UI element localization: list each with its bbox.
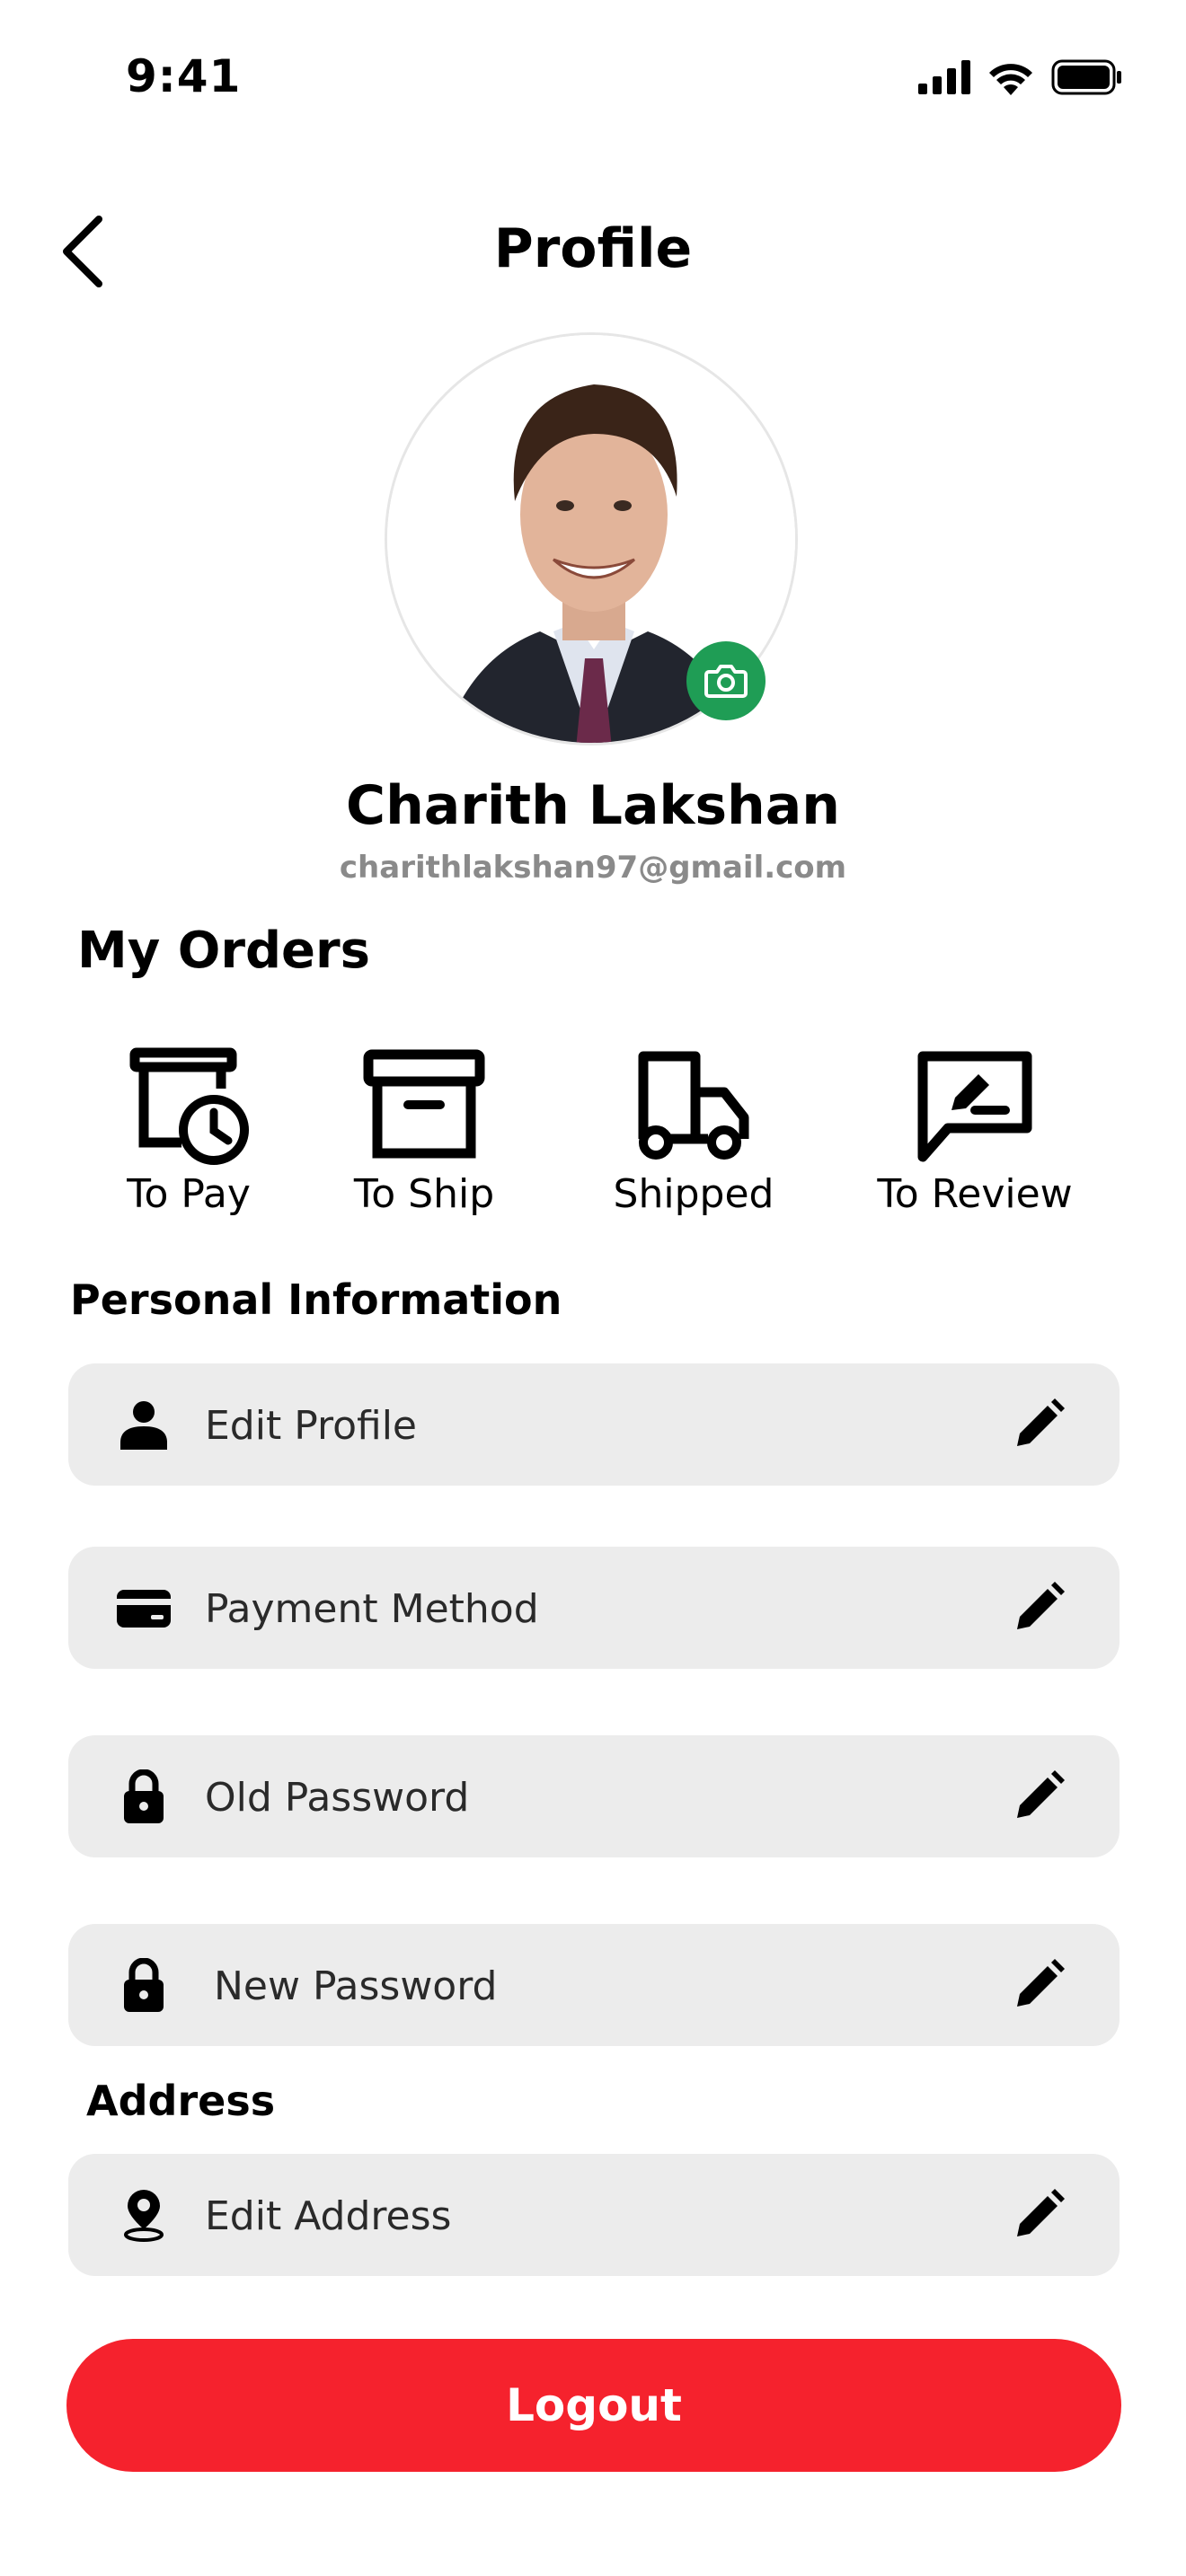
old-password-row[interactable]: Old Password xyxy=(68,1735,1120,1857)
order-label: To Review xyxy=(877,1171,1073,1217)
user-email: charithlakshan97@gmail.com xyxy=(339,850,847,886)
payment-pending-icon xyxy=(126,1042,252,1168)
order-label: To Ship xyxy=(353,1171,495,1217)
field-label: Edit Profile xyxy=(205,1403,418,1449)
pencil-icon[interactable] xyxy=(1012,1398,1066,1451)
order-to-pay[interactable]: To Pay xyxy=(81,1042,296,1217)
personal-information-heading: Personal Information xyxy=(70,1275,562,1324)
order-to-review[interactable]: To Review xyxy=(867,1042,1083,1217)
field-label: New Password xyxy=(214,1963,498,2009)
change-photo-button[interactable] xyxy=(686,641,766,720)
review-icon xyxy=(912,1042,1038,1168)
person-icon xyxy=(117,1398,171,1451)
field-label: Edit Address xyxy=(205,2193,452,2239)
status-icons xyxy=(918,59,1123,95)
pencil-icon[interactable] xyxy=(1012,2188,1066,2242)
new-password-row[interactable]: New Password xyxy=(68,1924,1120,2046)
card-icon xyxy=(117,1581,171,1635)
order-label: Shipped xyxy=(613,1171,774,1217)
order-shipped[interactable]: Shipped xyxy=(586,1042,801,1217)
user-name: Charith Lakshan xyxy=(346,774,840,837)
signal-icon xyxy=(918,60,970,94)
location-pin-icon xyxy=(117,2188,171,2242)
order-to-ship[interactable]: To Ship xyxy=(316,1042,532,1217)
pencil-icon[interactable] xyxy=(1012,1769,1066,1823)
truck-icon xyxy=(631,1042,757,1168)
pencil-icon[interactable] xyxy=(1012,1958,1066,2012)
page-title: Profile xyxy=(493,217,693,280)
battery-icon xyxy=(1051,59,1121,95)
address-heading: Address xyxy=(86,2077,276,2125)
pencil-icon[interactable] xyxy=(1012,1581,1066,1635)
edit-address-row[interactable]: Edit Address xyxy=(68,2154,1120,2276)
order-label: To Pay xyxy=(127,1171,251,1217)
field-label: Payment Method xyxy=(205,1586,539,1632)
wifi-icon xyxy=(989,64,1032,95)
payment-method-row[interactable]: Payment Method xyxy=(68,1547,1120,1669)
my-orders-heading: My Orders xyxy=(77,922,370,980)
archive-box-icon xyxy=(361,1042,487,1168)
logout-button[interactable]: Logout xyxy=(66,2339,1121,2472)
lock-icon xyxy=(117,1769,171,1823)
camera-icon xyxy=(704,665,748,698)
lock-icon xyxy=(117,1958,171,2012)
status-time: 9:41 xyxy=(126,50,242,102)
edit-profile-row[interactable]: Edit Profile xyxy=(68,1363,1120,1486)
field-label: Old Password xyxy=(205,1775,470,1821)
